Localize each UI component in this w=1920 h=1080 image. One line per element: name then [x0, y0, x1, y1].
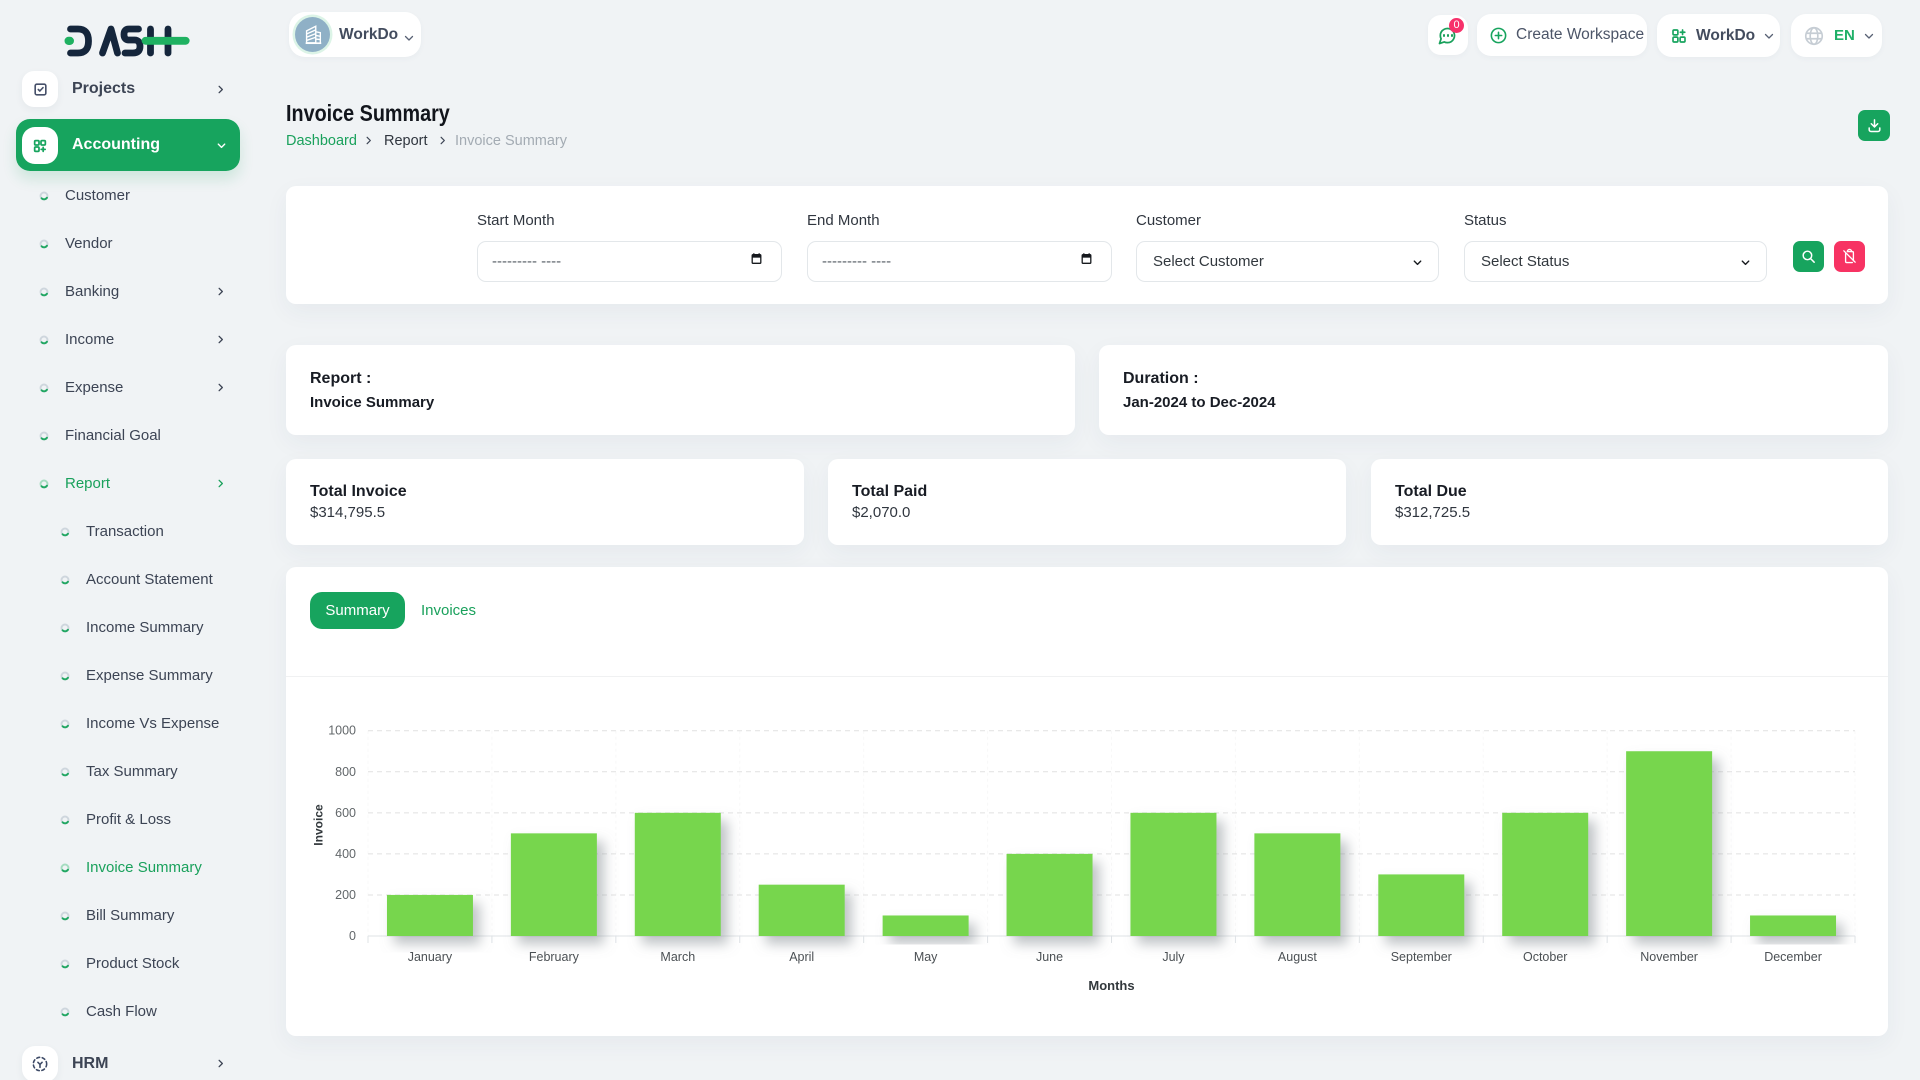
svg-text:September: September: [1391, 950, 1452, 964]
svg-text:800: 800: [335, 765, 356, 779]
svg-text:July: July: [1162, 950, 1185, 964]
svg-text:April: April: [789, 950, 814, 964]
svg-text:May: May: [914, 950, 938, 964]
svg-text:1000: 1000: [328, 724, 356, 738]
svg-text:December: December: [1764, 950, 1822, 964]
svg-text:Months: Months: [1088, 978, 1134, 993]
svg-text:January: January: [408, 950, 453, 964]
svg-text:August: August: [1278, 950, 1317, 964]
svg-text:Invoice: Invoice: [312, 804, 326, 846]
svg-text:600: 600: [335, 806, 356, 820]
svg-text:February: February: [529, 950, 580, 964]
svg-text:0: 0: [349, 929, 356, 943]
svg-text:400: 400: [335, 847, 356, 861]
svg-text:June: June: [1036, 950, 1063, 964]
svg-text:November: November: [1640, 950, 1698, 964]
svg-text:200: 200: [335, 888, 356, 902]
svg-text:October: October: [1523, 950, 1567, 964]
svg-text:March: March: [660, 950, 695, 964]
